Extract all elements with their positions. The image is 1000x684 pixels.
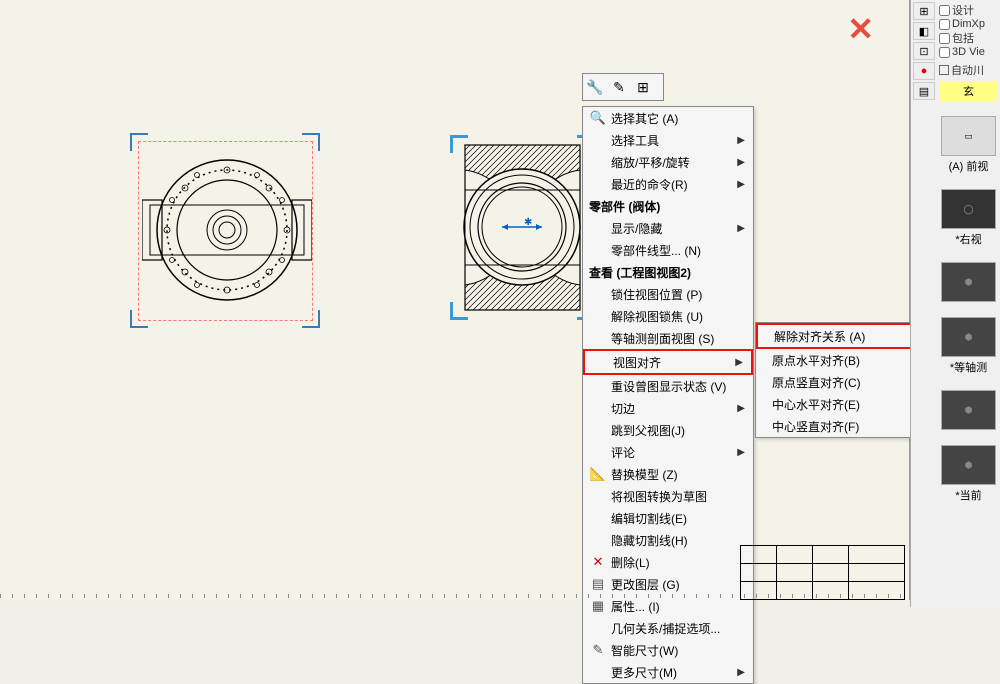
check-dimxp[interactable]: DimXp <box>939 18 998 30</box>
menu-show-hide[interactable]: 显示/隐藏 ▶ <box>583 217 753 239</box>
drawing-canvas[interactable]: ✱ ✕ 🔧 ✎ ⊞ 🔍 选择其它 (A) 选择工具 ▶ 缩放/平移/旋转 ▶ 最… <box>0 0 910 600</box>
properties-icon: ▦ <box>587 596 609 616</box>
submenu-origin-horiz[interactable]: 原点水平对齐(B) <box>756 349 914 371</box>
menu-comment[interactable]: 评论 ▶ <box>583 441 753 463</box>
menu-zoom-pan[interactable]: 缩放/平移/旋转 ▶ <box>583 151 753 173</box>
submenu-center-vert[interactable]: 中心竖直对齐(F) <box>756 415 914 437</box>
panel-tab-icon-4[interactable]: ● <box>913 62 935 80</box>
menu-lock-view-pos[interactable]: 锁住视图位置 (P) <box>583 283 753 305</box>
menu-relations-snap[interactable]: 几何关系/捕捉选项... <box>583 617 753 639</box>
panel-tab-icon-3[interactable]: ⊡ <box>913 42 935 60</box>
tool-icon-1[interactable]: 🔧 <box>585 77 605 97</box>
menu-component-line[interactable]: 零部件线型... (N) <box>583 239 753 261</box>
tool-icon-3[interactable]: ⊞ <box>633 77 653 97</box>
check-auto[interactable]: 自动川 <box>939 62 998 78</box>
submenu-break-alignment[interactable]: 解除对齐关系 (A) <box>756 323 914 349</box>
delete-icon: ✕ <box>587 552 609 572</box>
check-design[interactable]: 设计 <box>939 2 998 18</box>
arrow-icon: ▶ <box>737 447 749 458</box>
menu-header-view: 查看 (工程图视图2) <box>583 261 753 283</box>
view-thumbnail-iso[interactable]: ⬢ *等轴测 <box>939 317 998 375</box>
menu-properties[interactable]: ▦ 属性... (I) <box>583 595 753 617</box>
menu-header-component: 零部件 (阀体) <box>583 195 753 217</box>
menu-select-tool[interactable]: 选择工具 ▶ <box>583 129 753 151</box>
view-thumbnail-5[interactable]: ⬢ <box>939 390 998 430</box>
drawing-view-1[interactable] <box>130 133 320 328</box>
menu-reset-display[interactable]: 重设曾图显示状态 (V) <box>583 375 753 397</box>
menu-unlock-view-focus[interactable]: 解除视图锁焦 (U) <box>583 305 753 327</box>
check-3dview[interactable]: 3D Vie <box>939 46 998 58</box>
menu-jump-parent[interactable]: 跳到父视图(J) <box>583 419 753 441</box>
close-icon[interactable]: ✕ <box>847 10 874 48</box>
submenu-origin-vert[interactable]: 原点竖直对齐(C) <box>756 371 914 393</box>
select-icon: 🔍 <box>587 108 609 128</box>
replace-icon: 📐 <box>587 464 609 484</box>
check-include[interactable]: 包括 <box>939 30 998 46</box>
title-block <box>740 545 905 600</box>
arrow-icon: ▶ <box>735 357 747 368</box>
arrow-icon: ▶ <box>737 135 749 146</box>
menu-edit-cutline[interactable]: 编辑切割线(E) <box>583 507 753 529</box>
panel-tab-icon-5[interactable]: ▤ <box>913 82 935 100</box>
menu-convert-sketch[interactable]: 将视图转换为草图 <box>583 485 753 507</box>
arrow-icon: ▶ <box>737 667 749 678</box>
menu-delete[interactable]: ✕ 删除(L) <box>583 551 753 573</box>
menu-iso-section[interactable]: 等轴测剖面视图 (S) <box>583 327 753 349</box>
menu-replace-model[interactable]: 📐 替换模型 (Z) <box>583 463 753 485</box>
right-panel: ⊞ ◧ ⊡ ● ▤ 设计 DimXp 包括 3D Vie 自动川 玄 ▭ (A)… <box>910 0 1000 607</box>
view-thumbnail-front[interactable]: ▭ (A) 前视 <box>939 116 998 174</box>
horizontal-ruler <box>0 594 910 598</box>
arrow-icon: ▶ <box>737 157 749 168</box>
view-thumbnail-current[interactable]: ⬢ *当前 <box>939 445 998 503</box>
menu-hide-cutline[interactable]: 隐藏切割线(H) <box>583 529 753 551</box>
menu-smart-dimension[interactable]: ✎ 智能尺寸(W) <box>583 639 753 661</box>
tool-icon-2[interactable]: ✎ <box>609 77 629 97</box>
alignment-submenu: 解除对齐关系 (A) 原点水平对齐(B) 原点竖直对齐(C) 中心水平对齐(E)… <box>755 322 915 438</box>
menu-tangent-edge[interactable]: 切边 ▶ <box>583 397 753 419</box>
menu-recent-cmd[interactable]: 最近的命令(R) ▶ <box>583 173 753 195</box>
flange-front-view <box>142 145 312 315</box>
arrow-icon: ▶ <box>737 223 749 234</box>
menu-select-other[interactable]: 🔍 选择其它 (A) <box>583 107 753 129</box>
panel-tab-icon-2[interactable]: ◧ <box>913 22 935 40</box>
view-thumbnail-3[interactable]: ⬢ <box>939 262 998 302</box>
menu-more-dimensions[interactable]: 更多尺寸(M) ▶ <box>583 661 753 683</box>
layer-icon: ▤ <box>587 574 609 594</box>
menu-change-layer[interactable]: ▤ 更改图层 (G) <box>583 573 753 595</box>
yellow-button[interactable]: 玄 <box>939 81 998 101</box>
view-thumbnail-right[interactable]: ◯ *右视 <box>939 189 998 247</box>
submenu-center-horiz[interactable]: 中心水平对齐(E) <box>756 393 914 415</box>
panel-tab-icon-1[interactable]: ⊞ <box>913 2 935 20</box>
dimension-icon: ✎ <box>587 640 609 660</box>
arrow-icon: ▶ <box>737 403 749 414</box>
arrow-icon: ▶ <box>737 179 749 190</box>
menu-view-alignment[interactable]: 视图对齐 ▶ <box>583 349 753 375</box>
drawing-view-2[interactable]: ✱ <box>450 135 595 320</box>
mini-toolbar: 🔧 ✎ ⊞ <box>582 73 664 101</box>
